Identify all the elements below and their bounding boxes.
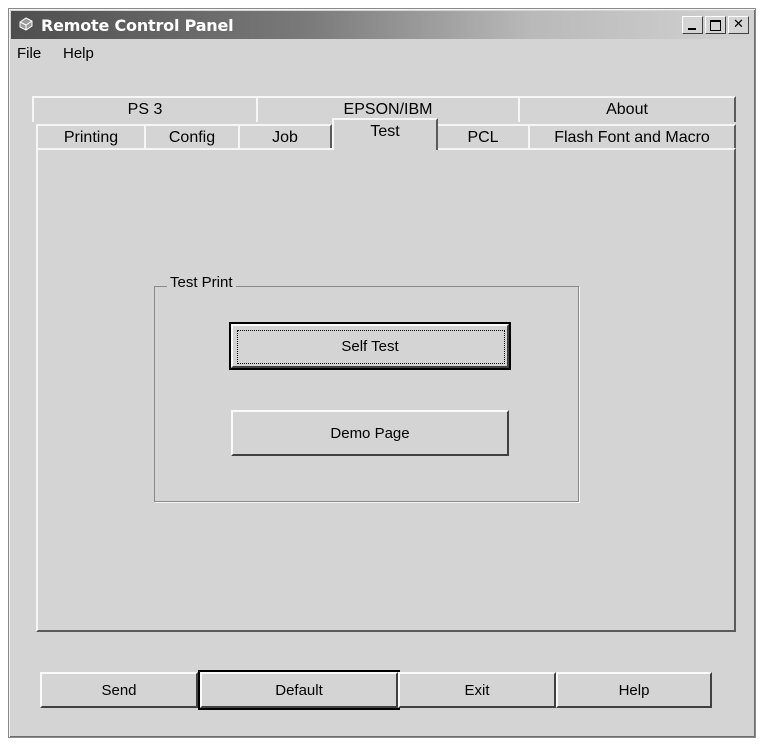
test-print-group [154, 286, 579, 502]
printer-icon [19, 17, 33, 31]
self-test-label: Self Test [341, 337, 399, 355]
tab-job[interactable]: Job [238, 124, 332, 150]
tab-about[interactable]: About [518, 96, 736, 122]
exit-button[interactable]: Exit [398, 672, 556, 708]
tab-printing[interactable]: Printing [36, 124, 146, 150]
tab-label: EPSON/IBM [343, 101, 433, 118]
test-print-group-label: Test Print [167, 274, 236, 291]
menu-file[interactable]: File [17, 45, 41, 62]
menu-bar: File Help [11, 41, 753, 65]
exit-label: Exit [464, 681, 490, 699]
demo-page-button[interactable]: Demo Page [231, 410, 509, 456]
tab-test[interactable]: Test [332, 118, 438, 150]
tab-ps3[interactable]: PS 3 [32, 96, 258, 122]
default-button[interactable]: Default [198, 670, 400, 710]
tab-label: Job [272, 129, 298, 146]
title-bar[interactable]: Remote Control Panel ✕ [11, 11, 753, 39]
window-title: Remote Control Panel [41, 16, 234, 35]
tab-label: Test [370, 123, 400, 140]
demo-page-label: Demo Page [330, 424, 410, 442]
send-button[interactable]: Send [40, 672, 198, 708]
tab-label: About [606, 101, 648, 118]
menu-help[interactable]: Help [63, 45, 94, 62]
default-label: Default [275, 681, 323, 699]
tab-label: Flash Font and Macro [554, 129, 710, 146]
tab-label: Config [168, 129, 216, 146]
send-label: Send [101, 681, 137, 699]
minimize-button[interactable] [682, 16, 703, 34]
tab-label: Printing [63, 129, 119, 146]
tab-config[interactable]: Config [144, 124, 240, 150]
close-icon: ✕ [733, 17, 744, 32]
maximize-button[interactable] [705, 16, 726, 34]
help-button[interactable]: Help [556, 672, 712, 708]
tab-label: PS 3 [127, 101, 163, 118]
self-test-button[interactable]: Self Test [229, 322, 511, 370]
tab-flash-font-and-macro[interactable]: Flash Font and Macro [528, 124, 736, 150]
close-button[interactable]: ✕ [728, 16, 749, 34]
tab-label: PCL [467, 129, 499, 146]
help-label: Help [618, 681, 650, 699]
tab-pcl[interactable]: PCL [436, 124, 530, 150]
